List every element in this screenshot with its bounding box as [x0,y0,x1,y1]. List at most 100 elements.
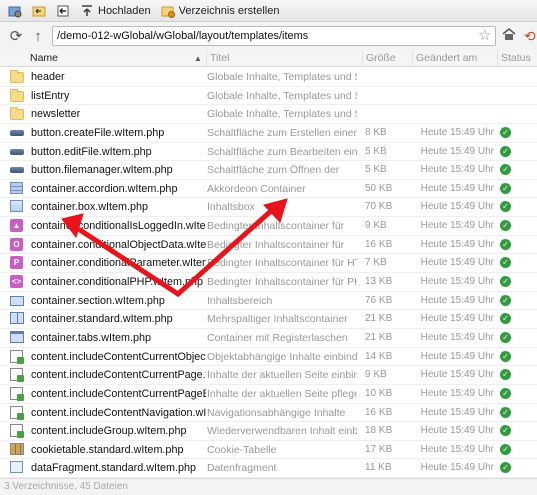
home-icon[interactable] [502,28,516,44]
status-cell: ✓ [500,257,514,269]
published-check-icon: ✓ [500,220,511,232]
file-title: Inhalte der aktuellen Seite einbinden [207,369,357,382]
file-type-cell [10,88,24,103]
table-row[interactable]: content.includeContentNavigation.wItem.p… [0,404,537,423]
file-size: 76 KB [365,294,393,306]
file-name: button.filemanager.wItem.php [31,164,173,177]
table-row[interactable]: button.editFile.wItem.php Schaltfläche zu… [0,143,537,162]
include-content-icon [10,386,24,401]
published-check-icon: ✓ [500,350,511,362]
upload-button[interactable]: Hochladen [78,2,153,20]
published-check-icon: ✓ [500,238,511,250]
file-title: Objektabhängige Inhalte einbinden [207,350,357,363]
published-check-icon: ✓ [500,276,511,288]
file-modified-date: Heute 15:49 Uhr [420,331,494,343]
file-modified-date: Heute 15:49 Uhr [420,238,494,250]
published-check-icon: ✓ [500,331,511,343]
table-row[interactable]: Pcontainer.conditionalParameter.wItem.ph… [0,254,537,274]
file-name: listEntry [31,89,70,102]
table-row[interactable]: button.filemanager.wItem.php Schaltfläche… [0,161,537,180]
table-row[interactable]: container.box.wItem.php Inhaltsbox 70 KB He… [0,198,537,218]
table-row[interactable]: container.accordion.wItem.php Akkordeon C… [0,180,537,199]
sync-icon[interactable]: ⟲ [524,28,536,45]
refresh-icon[interactable]: ⟳ [6,26,26,46]
table-row[interactable]: header Globale Inhalte, Templates und Skr… [0,68,537,87]
status-cell: ✓ [500,238,514,251]
table-row[interactable]: content.includeContentCurrentObject.wIte… [0,348,537,367]
file-modified-date: Heute 15:49 Uhr [420,201,494,213]
table-row[interactable]: container.standard.wItem.php Mehrspaltige… [0,310,537,329]
file-size: 50 KB [365,182,393,194]
file-size: 17 KB [365,443,393,455]
sort-ascending-icon[interactable]: ▲ [194,50,202,67]
file-size: 13 KB [365,276,393,288]
file-name: container.tabs.wItem.php [31,331,152,344]
path-input[interactable] [52,26,496,46]
file-title: Bedingter Inhaltscontainer für [207,238,345,251]
file-size: 11 KB [365,462,392,474]
file-modified-date: Heute 15:49 Uhr [420,387,494,399]
file-name: container.conditionalPHP.wItem.php [31,276,204,289]
file-type-cell [10,368,24,383]
back-button[interactable] [54,2,72,20]
button-item-icon [10,148,24,155]
file-size: 16 KB [365,238,393,250]
file-type-cell [10,163,24,177]
file-modified-date: Heute 15:49 Uhr [420,443,494,455]
table-row[interactable]: content.includeContentCurrentPage.wItem.… [0,366,537,385]
bookmark-star-icon[interactable]: ☆ [478,27,491,45]
table-header: Name ▲ Titel Größe Geändert am Status [0,50,537,67]
file-type-cell [10,405,24,420]
published-check-icon: ✓ [500,164,511,176]
table-row[interactable]: dataFragment.standard.wItem.php Datenfrag… [0,459,537,478]
column-header-title[interactable]: Titel [206,50,362,67]
up-arrow-icon[interactable]: ↑ [28,26,48,46]
file-type-cell [10,442,24,457]
published-check-icon: ✓ [500,294,511,306]
file-size: 21 KB [365,313,393,325]
table-row[interactable]: container.tabs.wItem.php Container mit Re… [0,329,537,348]
column-header-size[interactable]: Größe [362,50,412,67]
column-header-status[interactable]: Status [497,50,537,67]
column-header-date[interactable]: Geändert am [412,50,497,67]
create-folder-button[interactable]: Verzeichnis erstellen [159,2,282,20]
file-type-cell [10,200,24,214]
file-size: 18 KB [365,425,393,437]
table-row[interactable]: ▲ container.conditionalIsLoggedIn.wItem.p… [0,217,537,236]
column-header-name[interactable]: Name [30,50,206,67]
table-row[interactable]: <> container.conditionalPHP.wItem.php Bedi… [0,273,537,292]
file-name: dataFragment.standard.wItem.php [31,462,197,475]
file-modified-date [412,87,494,105]
file-title: Cookie-Tabelle [207,443,277,456]
table-row[interactable]: cookietable.standard.wItem.php Cookie-Tab… [0,441,537,460]
file-toolbar: Hochladen Verzeichnis erstellen [0,0,537,22]
table-row[interactable]: content.includeGroup.wItem.php Wiederverw… [0,422,537,441]
file-name: header [31,71,65,83]
upload-icon [80,4,94,18]
folder-icon [10,70,24,83]
table-row[interactable]: listEntry Globale Inhalte, Templates und … [0,87,537,106]
file-modified-date: Heute 15:49 Uhr [420,182,494,194]
file-type-cell [10,145,24,159]
settings-button[interactable] [6,2,24,20]
file-modified-date [412,105,494,123]
file-modified-date: Heute 15:49 Uhr [420,425,494,437]
table-row[interactable]: content.includeContentCurrentPageEdit.wI… [0,385,537,404]
table-row[interactable]: button.createFile.wItem.php Schaltfläche … [0,124,537,143]
status-cell: ✓ [500,145,514,158]
file-title: Schaltfläche zum Erstellen einer Datei [207,126,357,139]
table-row[interactable]: Ocontainer.conditionalObjectData.wItem.p… [0,236,537,255]
create-folder-label: Verzeichnis erstellen [178,4,280,17]
folder-back-icon [32,4,46,18]
table-row[interactable]: newsletter Globale Inhalte, Templates und… [0,105,537,124]
table-row[interactable]: container.section.wItem.php Inhaltsbereic… [0,292,537,311]
conditional-icon: P [10,256,23,270]
file-modified-date: Heute 15:49 Uhr [420,350,494,362]
file-name: container.conditionalParameter.wItem.php [31,257,206,270]
status-cell: ✓ [500,220,514,232]
folder-up-button[interactable] [30,2,48,20]
file-title: Wiederverwendbaren Inhalt einbinden [207,425,357,438]
file-title: Globale Inhalte, Templates und Skripte [207,71,357,83]
file-title: Schaltfläche zum Öffnen der [207,164,340,177]
file-size: 9 KB [365,220,387,232]
